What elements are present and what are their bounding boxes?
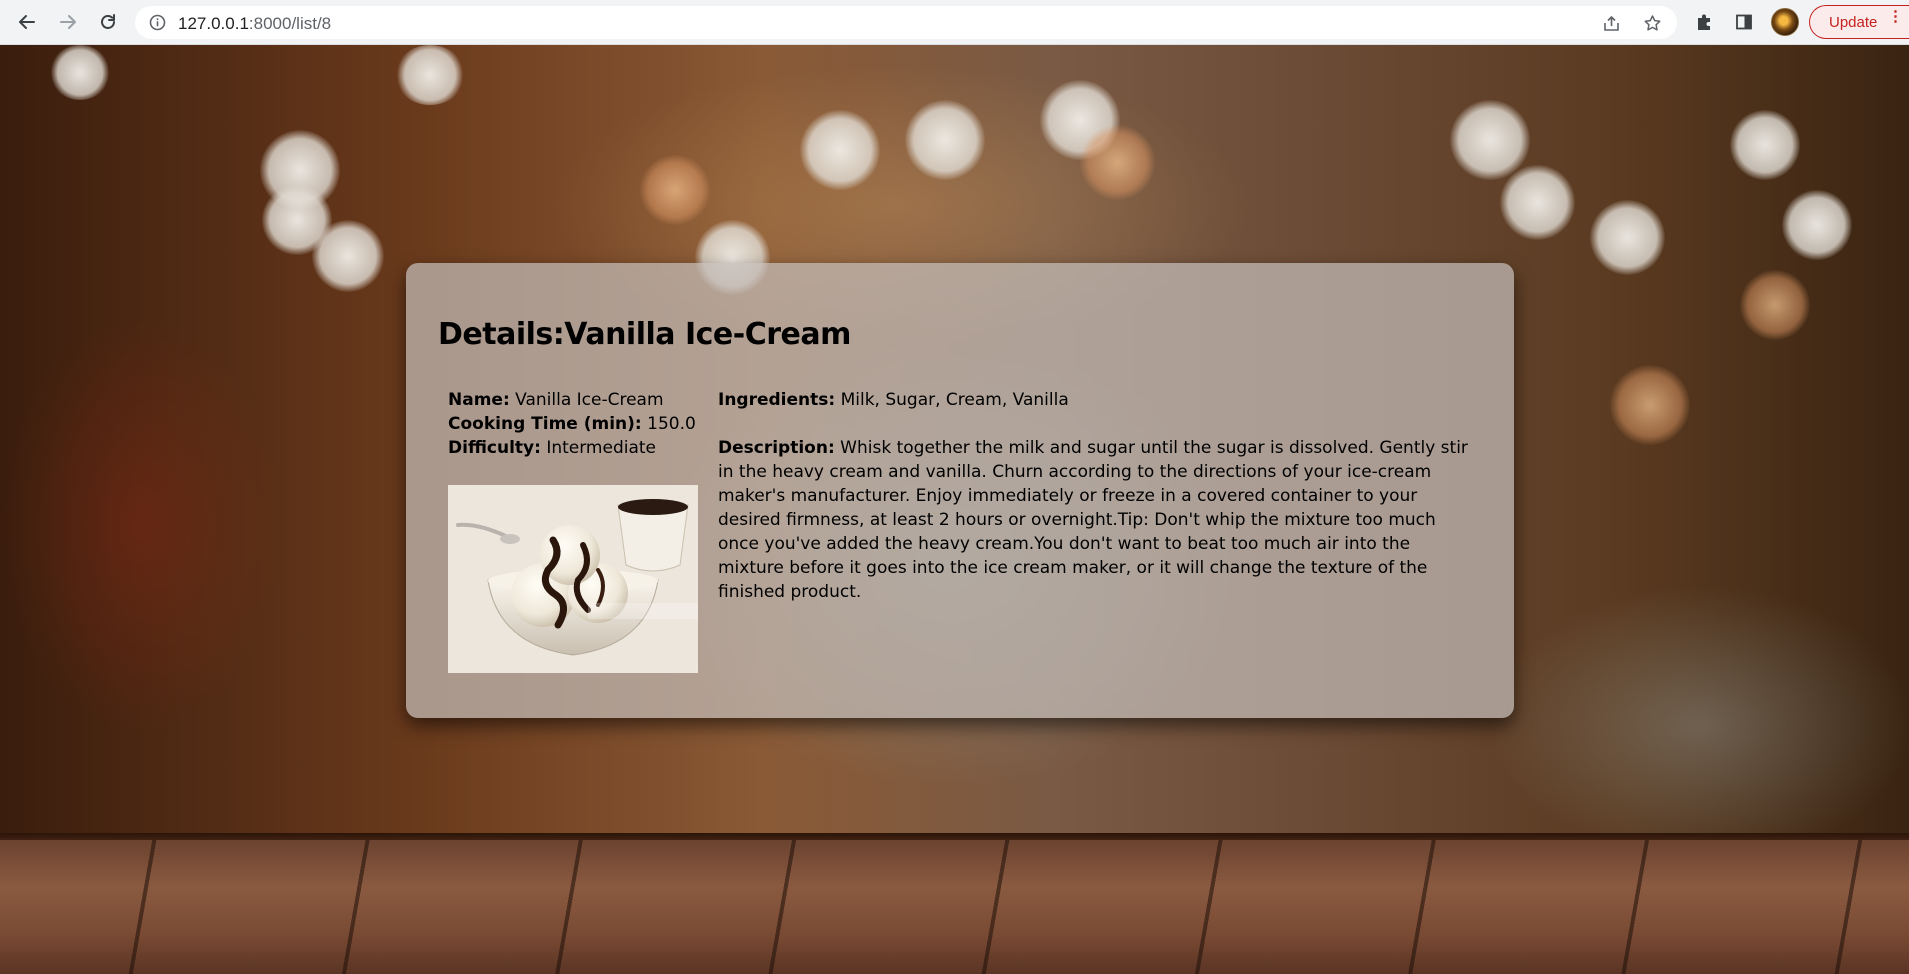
cooking-time-row: Cooking Time (min): 150.0 [448, 412, 698, 436]
ingredients-label: Ingredients: [718, 390, 836, 410]
name-label: Name: [448, 390, 510, 410]
ingredients-value: Milk, Sugar, Cream, Vanilla [840, 390, 1069, 410]
url-text[interactable]: 127.0.0.1:8000/list/8 [178, 14, 331, 34]
bokeh-light [800, 110, 880, 190]
back-button[interactable] [13, 8, 41, 36]
update-button[interactable]: Update ⋮ [1809, 5, 1909, 39]
browser-toolbar: 127.0.0.1:8000/list/8 Update ⋮ [0, 0, 1909, 45]
bokeh-light [905, 100, 985, 180]
share-button[interactable] [1601, 13, 1621, 33]
bokeh-light [1740, 270, 1810, 340]
bokeh-light [312, 220, 384, 292]
ingredients-row: Ingredients: Milk, Sugar, Cream, Vanilla [718, 388, 1480, 412]
page-title: Details:Vanilla Ice-Cream [438, 317, 851, 352]
ice-cream-bowl-illustration [448, 485, 698, 673]
kebab-menu-icon[interactable]: ⋮ [1888, 9, 1903, 24]
bokeh-light [1730, 110, 1800, 180]
recipe-detail-card: Details:Vanilla Ice-Cream Name: Vanilla … [406, 263, 1514, 718]
bokeh-light [1782, 190, 1852, 260]
bokeh-light [1450, 100, 1530, 180]
side-panel-icon [1736, 14, 1752, 30]
bookmark-button[interactable] [1642, 13, 1662, 33]
bokeh-light [1500, 165, 1575, 240]
description-row: Description: Whisk together the milk and… [718, 436, 1480, 604]
recipe-name-row: Name: Vanilla Ice-Cream [448, 388, 698, 412]
address-bar[interactable]: 127.0.0.1:8000/list/8 [135, 6, 1677, 39]
cooking-time-label: Cooking Time (min): [448, 414, 642, 434]
arrow-right-icon [60, 15, 76, 29]
puzzle-icon [1698, 14, 1710, 30]
difficulty-value: Intermediate [546, 438, 657, 458]
forward-button[interactable] [54, 8, 82, 36]
url-host: 127.0.0.1 [178, 14, 249, 33]
difficulty-row: Difficulty: Intermediate [448, 436, 698, 460]
recipe-summary: Name: Vanilla Ice-Cream Cooking Time (mi… [448, 388, 698, 460]
info-icon [149, 14, 166, 31]
difficulty-label: Difficulty: [448, 438, 541, 458]
bokeh-light [1610, 365, 1690, 445]
update-label: Update [1829, 13, 1878, 31]
bokeh-light [640, 155, 710, 225]
bokeh-light [1590, 200, 1665, 275]
extensions-button[interactable] [1692, 9, 1718, 35]
recipe-image [448, 485, 698, 673]
description-value: Whisk together the milk and sugar until … [718, 438, 1468, 602]
description-label: Description: [718, 438, 835, 458]
recipe-content: Ingredients: Milk, Sugar, Cream, Vanilla… [718, 388, 1480, 604]
url-path: :8000/list/8 [248, 14, 332, 33]
name-value: Vanilla Ice-Cream [515, 390, 664, 410]
wooden-table [0, 840, 1909, 974]
cooking-time-value: 150.0 [647, 414, 696, 434]
bokeh-light [50, 45, 110, 100]
side-panel-button[interactable] [1731, 9, 1757, 35]
star-icon [1644, 14, 1660, 31]
bokeh-light [395, 45, 465, 105]
site-info-button[interactable] [149, 14, 166, 36]
profile-avatar[interactable] [1771, 8, 1799, 36]
reload-button[interactable] [94, 8, 122, 36]
arrow-left-icon [19, 15, 35, 29]
share-icon [1603, 15, 1619, 31]
reload-icon [101, 14, 115, 29]
bokeh-light [1080, 125, 1155, 200]
